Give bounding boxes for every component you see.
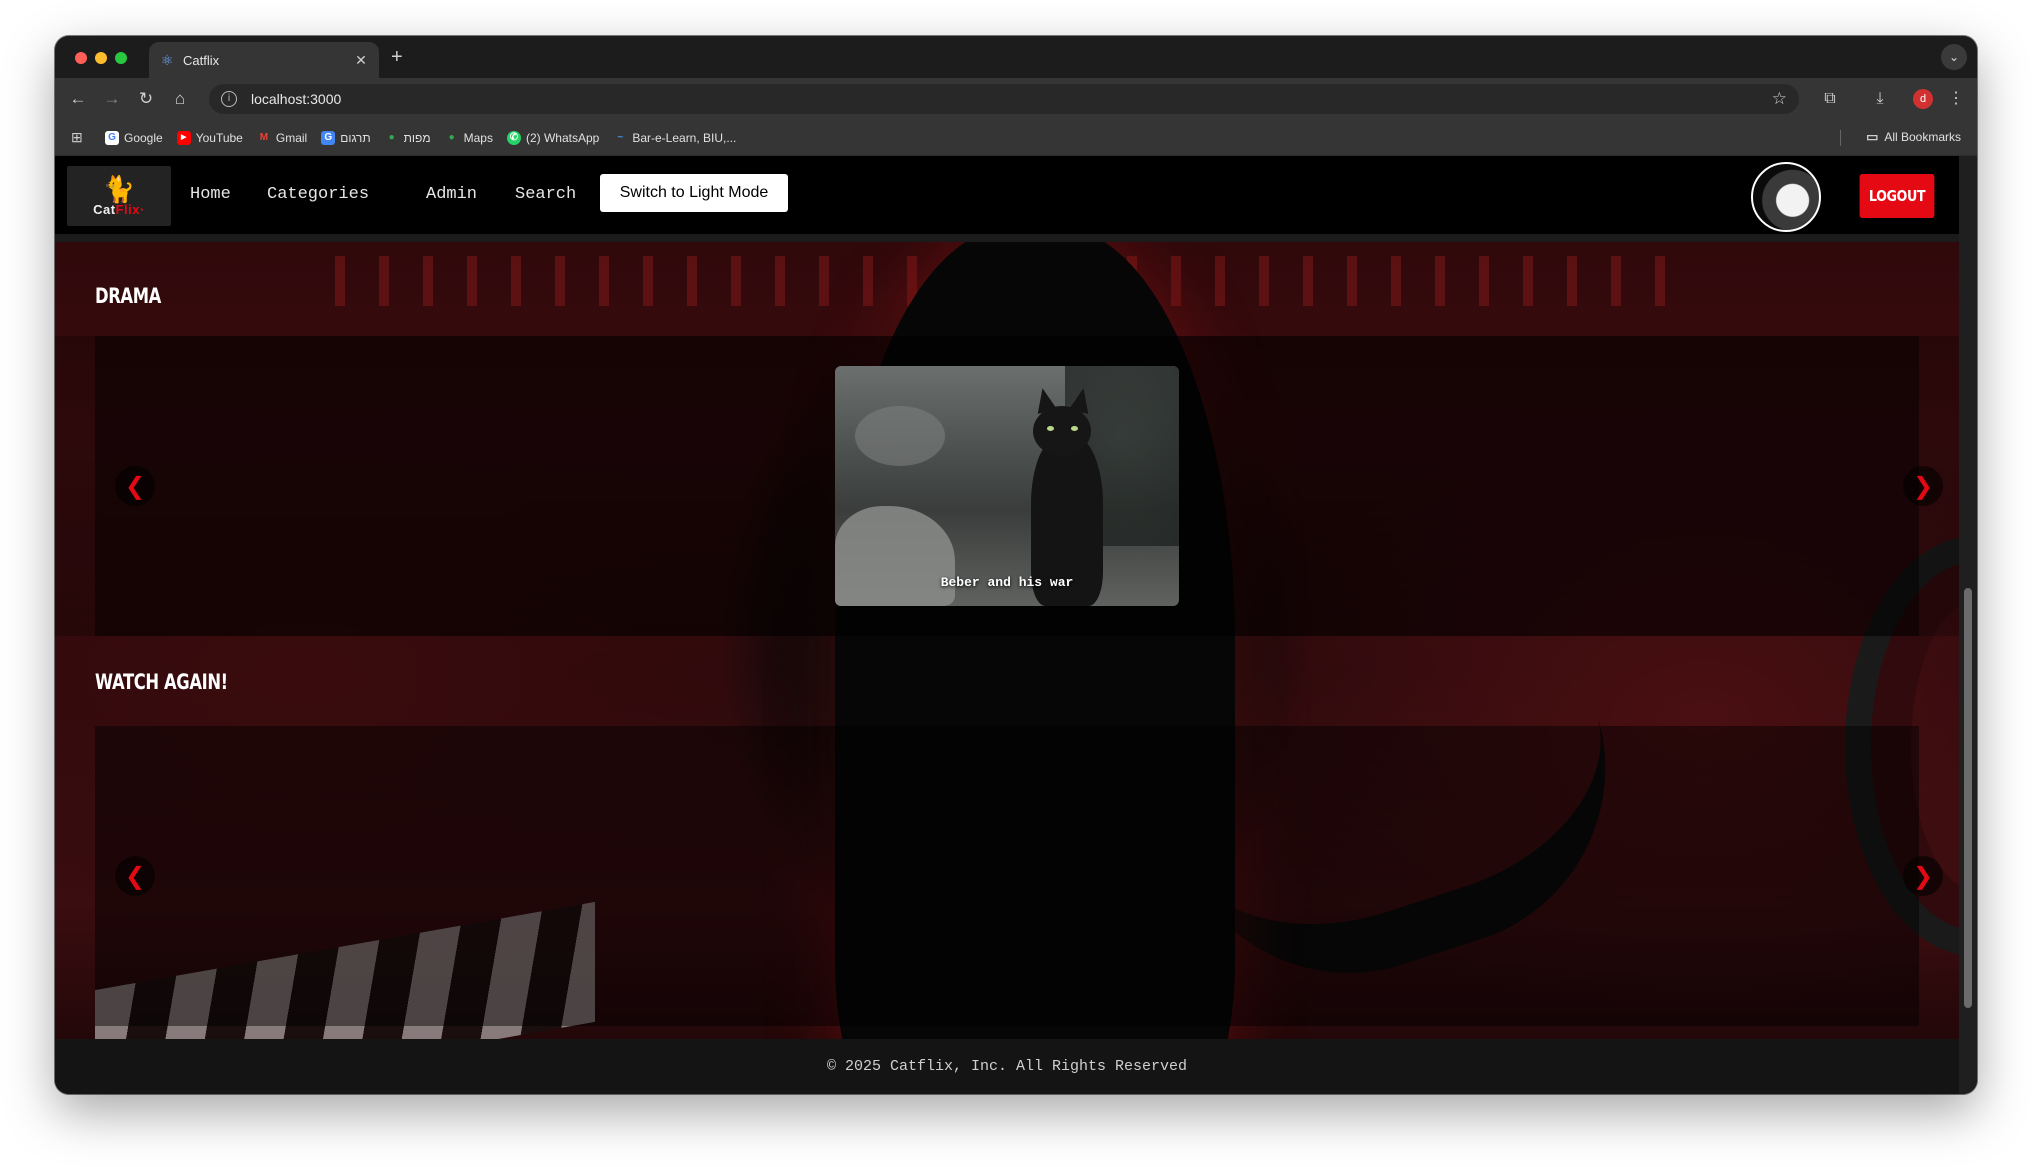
bookmark-label: Gmail [275, 130, 308, 145]
bookmark-label: YouTube [195, 130, 243, 145]
browser-window: ⚛ Catflix ✕ + ⌄ ← → ↻ ⌂ i localhost:3000… [55, 36, 1977, 1094]
profile-avatar[interactable]: d [1913, 89, 1933, 109]
card-thumbnail-rock [855, 406, 945, 466]
bookmarks-bar: ⊞ G Google ▶ YouTube M Gmail G תרגום ● מ… [55, 120, 1977, 156]
logo-prefix: Cat [93, 201, 116, 217]
react-icon: ⚛ [160, 52, 174, 68]
minimize-window-button[interactable] [95, 52, 107, 64]
bookmark-label: Google [124, 130, 163, 145]
close-tab-icon[interactable]: ✕ [353, 52, 369, 69]
elearn-icon: ~ [617, 131, 624, 143]
browser-tab[interactable]: ⚛ Catflix ✕ [149, 42, 379, 78]
maps-pin-icon: ● [388, 131, 395, 143]
logo-wordmark: CatFlix· [93, 202, 145, 217]
site-info-icon[interactable]: i [221, 91, 237, 107]
download-icon[interactable]: ⤓ [1869, 88, 1891, 110]
home-icon[interactable]: ⌂ [169, 88, 191, 110]
tab-search-button[interactable]: ⌄ [1941, 44, 1967, 70]
next-arrow-button[interactable]: ❯ [1903, 856, 1943, 896]
nav-home[interactable]: Home [190, 185, 231, 204]
apps-grid-icon[interactable]: ⊞ [71, 129, 91, 146]
translate-icon: G [321, 130, 336, 145]
bookmark-label: מפות [403, 130, 431, 145]
next-arrow-button[interactable]: ❯ [1903, 466, 1943, 506]
catflix-logo[interactable]: 🐈 CatFlix· [67, 166, 171, 226]
logo-accent: Flix [115, 201, 140, 217]
tab-title: Catflix [183, 52, 220, 68]
row-title-watch-again: WATCH AGAIN! [95, 670, 228, 694]
footer-copyright: © 2025 Catflix, Inc. All Rights Reserved [826, 1058, 1188, 1075]
address-url[interactable]: localhost:3000 [251, 91, 1772, 107]
bookmark-whatsapp[interactable]: ✆ (2) WhatsApp [506, 130, 600, 145]
maximize-window-button[interactable] [115, 52, 127, 64]
page-viewport: 🐈 CatFlix· Home Categories Admin Search … [55, 156, 1977, 1094]
row-watch-again-panel: ❮ ❯ [95, 726, 1943, 1026]
bookmark-maps[interactable]: ● Maps [445, 131, 493, 145]
google-icon: G [105, 130, 119, 145]
gmail-icon: M [259, 131, 269, 143]
logout-button[interactable]: LOGOUT [1859, 174, 1935, 218]
bookmark-label: תרגום [340, 130, 371, 145]
bookmark-translate[interactable]: G תרגום [321, 130, 371, 145]
youtube-icon: ▶ [176, 130, 191, 145]
bookmark-label: Maps [463, 130, 493, 145]
browser-menu-icon[interactable]: ⋮ [1945, 88, 1967, 110]
forward-icon[interactable]: → [101, 88, 123, 110]
site-footer: © 2025 Catflix, Inc. All Rights Reserved [55, 1039, 1959, 1094]
movie-card[interactable]: Beber and his war [835, 366, 1179, 606]
scrollbar-thumb[interactable] [1964, 588, 1972, 1008]
nav-admin[interactable]: Admin [426, 185, 477, 204]
new-tab-button[interactable]: + [391, 46, 403, 68]
site-header: 🐈 CatFlix· Home Categories Admin Search … [55, 156, 1959, 242]
movie-title: Beber and his war [940, 575, 1074, 590]
nav-categories[interactable]: Categories [267, 185, 369, 204]
card-thumbnail-boulder [835, 506, 955, 606]
all-bookmarks-label: All Bookmarks [1884, 130, 1961, 144]
theme-toggle-button[interactable]: Switch to Light Mode [600, 174, 788, 212]
bookmark-youtube[interactable]: ▶ YouTube [176, 130, 243, 145]
logo-suffix: · [140, 201, 145, 217]
maps-pin-icon: ● [448, 131, 455, 143]
card-thumbnail-cat-eye [1047, 426, 1054, 431]
user-avatar[interactable] [1751, 162, 1821, 232]
back-icon[interactable]: ← [67, 88, 89, 110]
whatsapp-icon: ✆ [506, 130, 521, 145]
close-window-button[interactable] [75, 52, 87, 64]
bookmark-label: (2) WhatsApp [525, 130, 600, 145]
tab-strip: ⚛ Catflix ✕ + ⌄ [55, 36, 1977, 78]
folder-icon: ▭ [1866, 129, 1879, 144]
bookmark-gmail[interactable]: M Gmail [257, 130, 308, 145]
nav-search[interactable]: Search [515, 185, 576, 204]
card-thumbnail-cat-eye [1071, 426, 1078, 431]
browser-toolbar: ← → ↻ ⌂ i localhost:3000 ☆ ⧉ ⤓ d ⋮ [55, 78, 1977, 120]
cat-logo-icon: 🐈 [102, 173, 136, 204]
bookmark-google[interactable]: G Google [105, 130, 163, 145]
row-title-drama: DRAMA [95, 284, 161, 308]
page-scrollbar[interactable] [1959, 156, 1977, 1094]
prev-arrow-button[interactable]: ❮ [115, 856, 155, 896]
card-thumbnail-cat-head [1033, 406, 1091, 456]
bookmark-elearn[interactable]: ~ Bar-e-Learn, BIU,... [613, 131, 736, 145]
bookmark-star-icon[interactable]: ☆ [1772, 89, 1787, 109]
extensions-icon[interactable]: ⧉ [1819, 88, 1841, 110]
bookmark-label: Bar-e-Learn, BIU,... [632, 130, 737, 145]
prev-arrow-button[interactable]: ❮ [115, 466, 155, 506]
reload-icon[interactable]: ↻ [135, 88, 157, 110]
all-bookmarks-button[interactable]: ▭ All Bookmarks [1865, 129, 1961, 145]
address-bar[interactable]: i localhost:3000 ☆ [209, 84, 1799, 114]
bookmark-maps-hebrew[interactable]: ● מפות [385, 131, 431, 145]
bookmarks-divider [1840, 130, 1841, 146]
